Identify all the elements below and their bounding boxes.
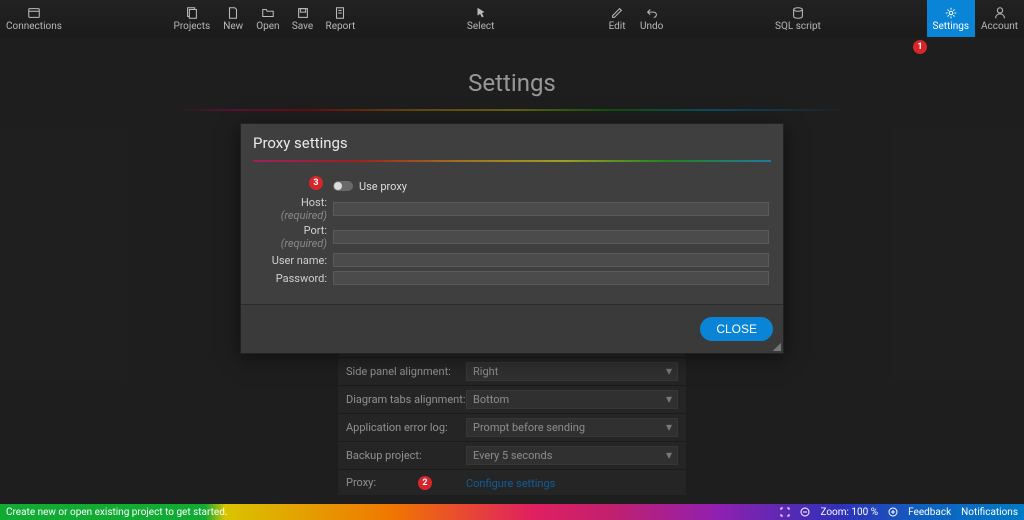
annotation-badge-1: 1 — [913, 40, 927, 54]
zoom-in-button[interactable] — [888, 507, 898, 517]
modal-footer: CLOSE — [241, 304, 783, 353]
fullscreen-icon — [780, 507, 790, 517]
port-input[interactable] — [333, 230, 769, 244]
edit-button[interactable]: Edit — [600, 0, 634, 37]
username-label: User name: — [255, 254, 327, 267]
zoom-level: Zoom: 100 % — [820, 507, 878, 518]
undo-icon — [645, 6, 659, 20]
feedback-link[interactable]: Feedback — [908, 507, 951, 518]
main-toolbar: Connections Projects New Open Save Repor… — [0, 0, 1024, 37]
port-required: (required) — [281, 237, 327, 250]
save-icon — [296, 6, 310, 20]
resize-grip[interactable] — [773, 343, 781, 351]
open-button[interactable]: Open — [250, 0, 285, 37]
zoom-out-icon — [800, 507, 810, 517]
sql-script-label: SQL script — [775, 21, 821, 32]
annotation-badge-2: 2 — [418, 476, 432, 490]
modal-title: Proxy settings — [241, 124, 783, 160]
new-button[interactable]: New — [216, 0, 250, 37]
account-label: Account — [981, 21, 1018, 32]
select-label: Select — [467, 21, 494, 32]
zoom-in-icon — [888, 507, 898, 517]
undo-label: Undo — [640, 21, 663, 32]
modal-body: 3 Use proxy Host: (required) Port: (requ… — [241, 162, 783, 304]
proxy-settings-modal: Proxy settings 3 Use proxy Host: (requir… — [240, 123, 784, 354]
sql-icon — [791, 6, 805, 20]
zoom-out-button[interactable] — [800, 507, 810, 517]
open-icon — [261, 6, 275, 20]
edit-label: Edit — [609, 21, 626, 32]
select-button[interactable]: Select — [461, 0, 500, 37]
new-label: New — [223, 21, 243, 32]
host-label: Host: — [301, 196, 327, 209]
close-button[interactable]: CLOSE — [700, 317, 773, 341]
annotation-badge-3: 3 — [309, 176, 323, 190]
open-label: Open — [256, 21, 279, 32]
projects-label: Projects — [174, 21, 211, 32]
notifications-link[interactable]: Notifications — [961, 507, 1018, 518]
password-label: Password: — [255, 272, 327, 285]
report-icon — [333, 6, 347, 20]
report-label: Report — [326, 21, 356, 32]
gear-icon — [944, 6, 958, 20]
report-button[interactable]: Report — [320, 0, 362, 37]
status-hint: Create new or open existing project to g… — [6, 507, 770, 518]
edit-icon — [610, 6, 624, 20]
undo-button[interactable]: Undo — [634, 0, 669, 37]
account-button[interactable]: Account — [975, 0, 1024, 37]
select-icon — [474, 6, 488, 20]
status-bar: Create new or open existing project to g… — [0, 504, 1024, 520]
host-required: (required) — [281, 209, 327, 222]
use-proxy-label: Use proxy — [359, 180, 407, 193]
password-input[interactable] — [333, 271, 769, 285]
host-input[interactable] — [333, 202, 769, 216]
save-label: Save — [292, 21, 313, 32]
account-icon — [993, 6, 1007, 20]
port-label: Port: — [304, 224, 327, 237]
connections-label: Connections — [6, 21, 62, 32]
fullscreen-button[interactable] — [780, 507, 790, 517]
connections-icon — [27, 6, 41, 20]
use-proxy-toggle[interactable] — [333, 181, 353, 191]
settings-button[interactable]: Settings — [927, 0, 976, 37]
sql-script-button[interactable]: SQL script — [769, 0, 827, 37]
connections-button[interactable]: Connections — [0, 0, 68, 37]
projects-button[interactable]: Projects — [168, 0, 217, 37]
settings-label: Settings — [933, 21, 970, 32]
username-input[interactable] — [333, 253, 769, 267]
projects-icon — [185, 6, 199, 20]
save-button[interactable]: Save — [286, 0, 320, 37]
new-icon — [226, 6, 240, 20]
